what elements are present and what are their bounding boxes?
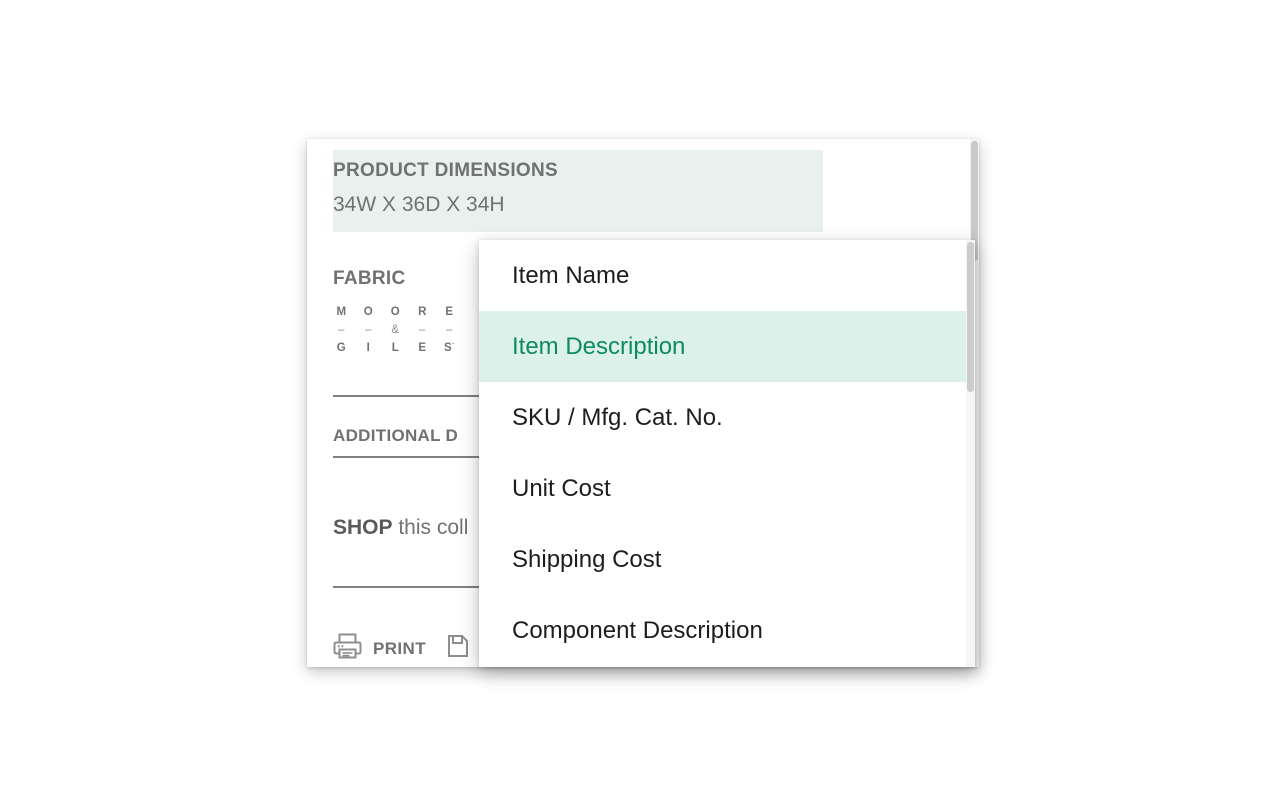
dropdown-item-sku[interactable]: SKU / Mfg. Cat. No. (479, 382, 975, 453)
fabric-label: FABRIC (333, 268, 406, 289)
logo-trademark: · (452, 340, 455, 348)
print-label: PRINT (373, 638, 426, 658)
logo-row-bottom: G I L E S· (333, 340, 458, 358)
screen: PRODUCT DIMENSIONS 34W X 36D X 34H FABRI… (0, 0, 1280, 800)
logo-letter: G (336, 341, 347, 354)
logo-letter: S· (443, 340, 455, 354)
product-dimensions-block: PRODUCT DIMENSIONS 34W X 36D X 34H (333, 150, 823, 233)
dropdown-scrollbar-thumb[interactable] (967, 242, 974, 392)
logo-row-middle: – – & – – (333, 322, 458, 340)
logo-ampersand: & (391, 323, 400, 336)
shop-bold-label: SHOP (333, 516, 393, 539)
logo-letter: – (446, 323, 453, 336)
save-button[interactable] (444, 633, 481, 664)
logo-letter: E (418, 341, 427, 354)
field-selector-dropdown[interactable]: Item Name Item Description SKU / Mfg. Ca… (479, 240, 975, 667)
product-dimensions-label: PRODUCT DIMENSIONS (333, 160, 558, 181)
printer-icon (333, 633, 362, 664)
shop-rest-label: this coll (392, 516, 469, 539)
save-icon (444, 633, 470, 664)
logo-letter: O (363, 306, 374, 318)
logo-letter: – (419, 323, 426, 336)
logo-letter: M (336, 306, 347, 318)
moore-and-giles-logo: M O O R E – – & – – G I L E S· (333, 304, 458, 357)
dropdown-item-item-name[interactable]: Item Name (479, 240, 975, 311)
logo-letter: L (391, 341, 400, 354)
dropdown-list: Item Name Item Description SKU / Mfg. Ca… (479, 240, 975, 666)
logo-letter: O (390, 306, 401, 318)
logo-row-top: M O O R E (333, 304, 458, 322)
dropdown-item-label: Item Name (512, 261, 630, 289)
logo-letter: – (365, 323, 372, 336)
product-dimensions-value: 34W X 36D X 34H (333, 192, 505, 216)
logo-letter: R (418, 306, 427, 318)
dropdown-item-label: Shipping Cost (512, 545, 662, 573)
additional-details-label: ADDITIONAL D (333, 426, 459, 445)
logo-letter: I (366, 341, 371, 354)
panel-actions: PRINT (333, 633, 481, 664)
print-button[interactable]: PRINT (333, 633, 426, 664)
dropdown-item-shipping-cost[interactable]: Shipping Cost (479, 524, 975, 595)
dropdown-item-label: SKU / Mfg. Cat. No. (512, 403, 723, 431)
dropdown-item-label: Unit Cost (512, 474, 611, 502)
dropdown-item-component-description[interactable]: Component Description (479, 595, 975, 666)
dropdown-item-item-description[interactable]: Item Description (479, 311, 975, 382)
logo-letter: – (338, 323, 345, 336)
logo-letter: E (445, 306, 454, 318)
shop-collection-row[interactable]: SHOP this coll (333, 516, 468, 540)
dropdown-scrollbar[interactable] (966, 240, 975, 667)
dropdown-item-label: Item Description (512, 332, 686, 360)
dropdown-item-label: Component Description (512, 616, 763, 644)
dropdown-item-unit-cost[interactable]: Unit Cost (479, 453, 975, 524)
